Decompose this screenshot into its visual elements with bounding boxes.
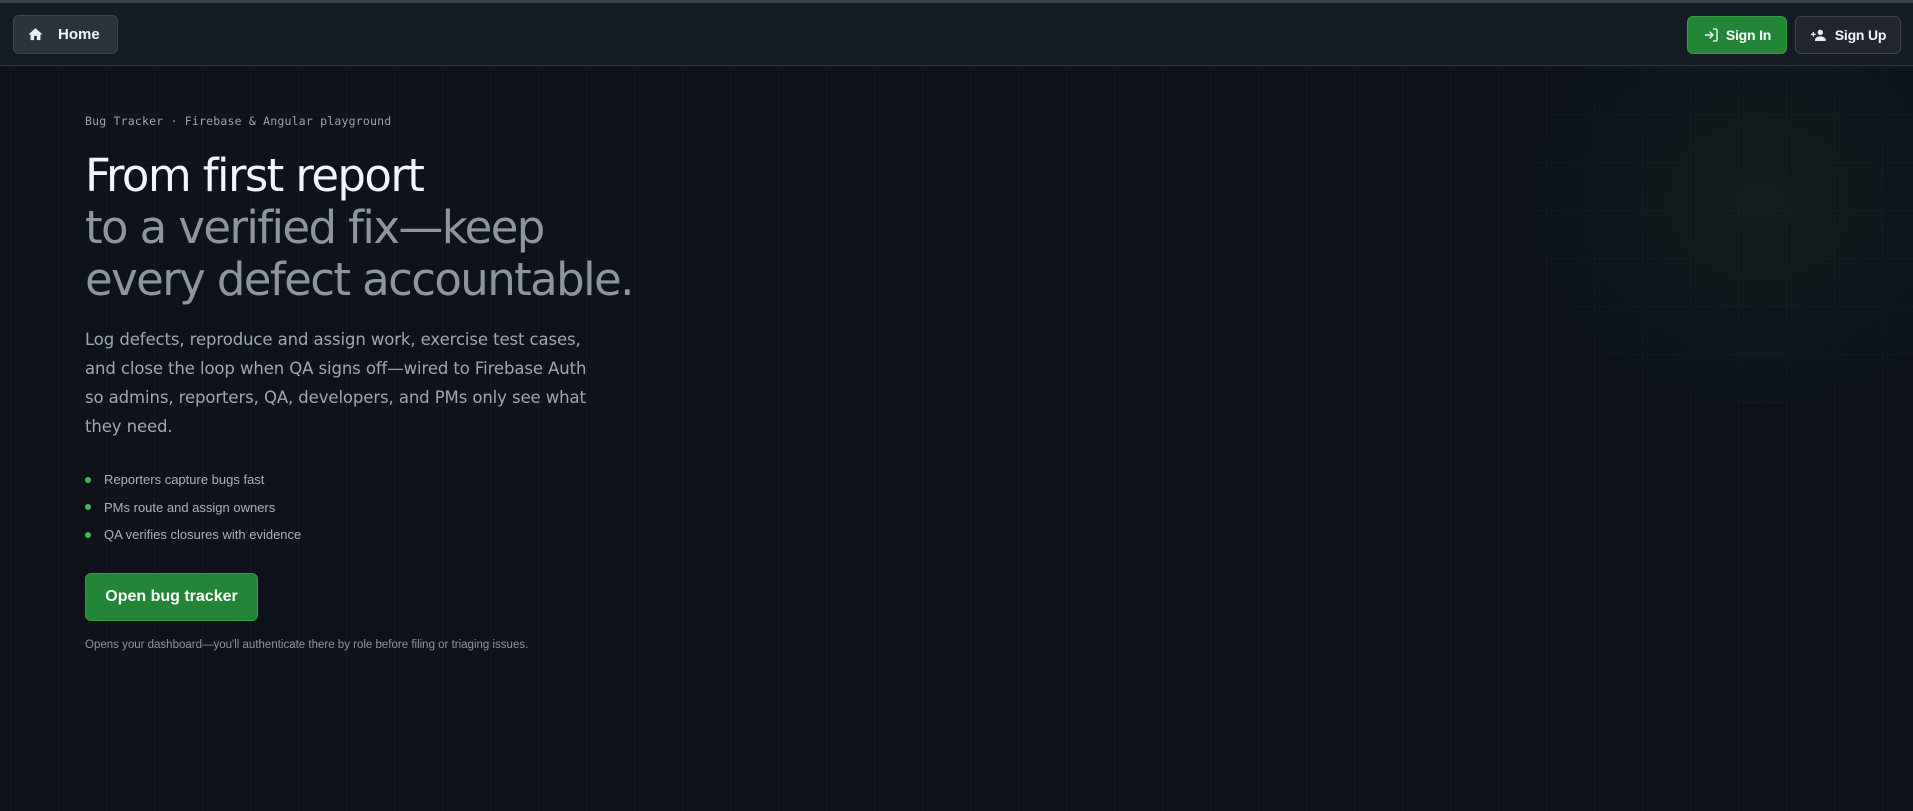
lead-paragraph: Log defects, reproduce and assign work, … [85,330,587,436]
person-add-icon [1810,27,1828,43]
cta-footnote: Opens your dashboard—you'll authenticate… [85,639,529,651]
sign-up-label: Sign Up [1834,27,1887,43]
page: Home Sign In Sign Up Bug Tracker · Fireb… [0,0,1913,811]
navbar: Home Sign In Sign Up [0,3,1913,66]
feature-list: Reporters capture bugs fast PMs route an… [85,466,301,549]
sign-in-label: Sign In [1725,27,1772,43]
sign-in-icon [1703,27,1719,43]
hero-headline: From first report to a verified fix—keep… [85,150,645,306]
eyebrow-text: Bug Tracker · Firebase & Angular playgro… [85,114,392,128]
sign-in-button[interactable]: Sign In [1687,16,1787,54]
home-button-label: Home [58,26,100,43]
home-icon [27,26,44,43]
feature-text: Reporters capture bugs fast [104,472,265,488]
bullet-dot-icon [85,504,91,511]
home-button[interactable]: Home [13,15,118,54]
headline-secondary: to a verified fix—keep every defect acco… [85,201,634,306]
list-item: Reporters capture bugs fast [85,466,301,494]
sign-up-button[interactable]: Sign Up [1795,16,1901,54]
open-bug-tracker-button[interactable]: Open bug tracker [85,573,258,621]
list-item: QA verifies closures with evidence [85,521,301,549]
bullet-dot-icon [85,476,91,483]
bullet-dot-icon [85,531,91,538]
feature-text: PMs route and assign owners [104,499,276,515]
feature-text: QA verifies closures with evidence [104,527,302,543]
list-item: PMs route and assign owners [85,494,301,522]
headline-primary: From first report [85,149,425,202]
